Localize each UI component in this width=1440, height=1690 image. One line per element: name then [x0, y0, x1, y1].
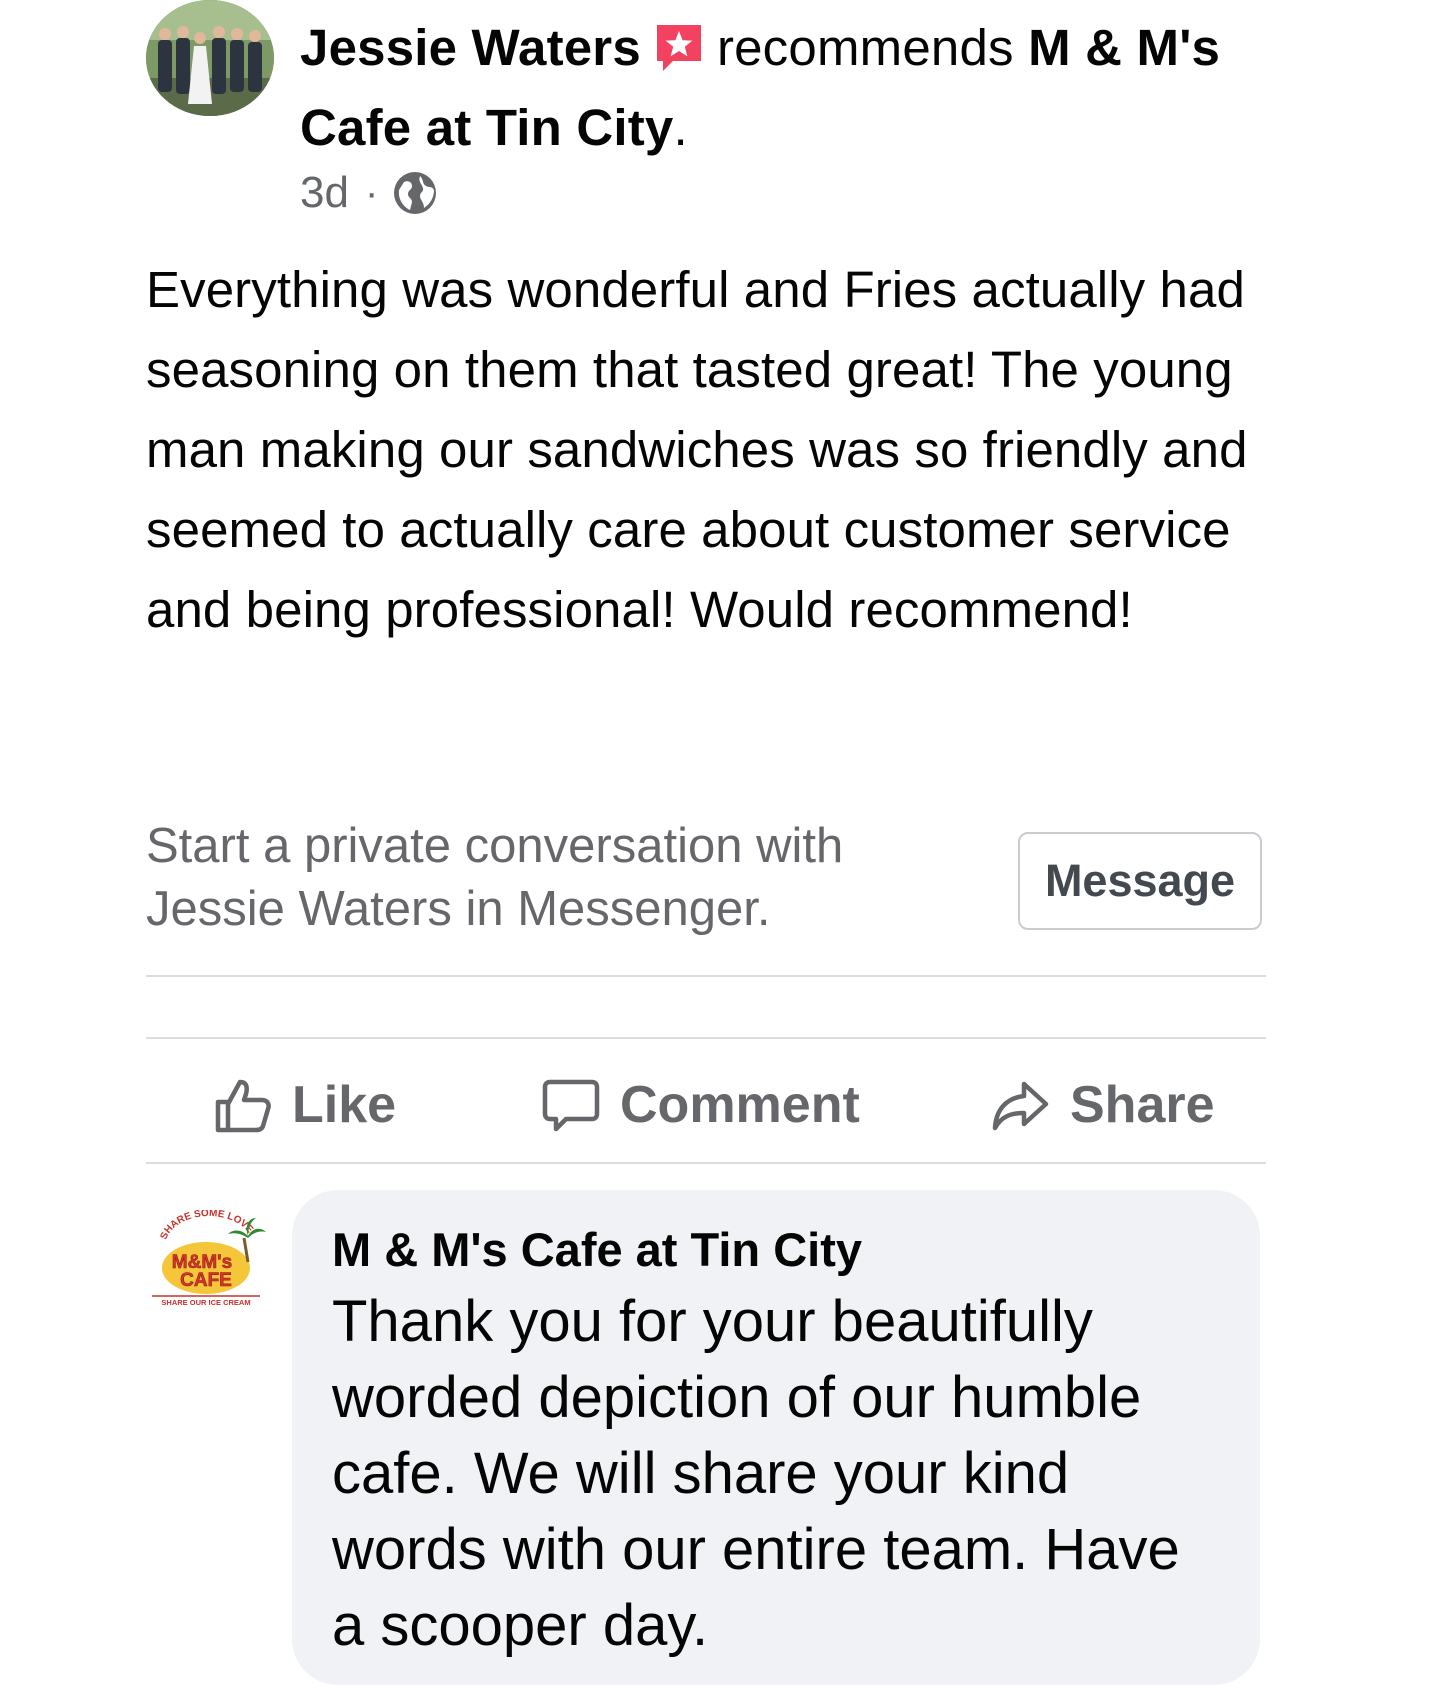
- comment-bubble[interactable]: M & M's Cafe at Tin City Thank you for y…: [292, 1190, 1260, 1685]
- divider-actions-bottom: [146, 1162, 1266, 1164]
- messenger-prompt-line1: Start a private conversation with: [146, 819, 844, 873]
- like-button[interactable]: Like: [212, 1065, 396, 1145]
- messenger-prompt: Start a private conversation with Jessie…: [146, 815, 976, 941]
- logo-top-text: SHARE SOME LOVE: [159, 1210, 256, 1241]
- mm-cafe-logo: SHARE SOME LOVE M&M's CAFE SHARE OUR ICE…: [152, 1210, 266, 1306]
- page-name-period: .: [673, 99, 688, 156]
- page-logo[interactable]: SHARE SOME LOVE M&M's CAFE SHARE OUR ICE…: [148, 1210, 270, 1306]
- post-time[interactable]: 3d: [300, 168, 349, 218]
- post-body-text: Everything was wonderful and Fries actua…: [146, 261, 1248, 638]
- svg-text:SHARE SOME LOVE: SHARE SOME LOVE: [159, 1210, 256, 1241]
- thumbs-up-icon: [215, 1079, 271, 1133]
- divider-actions-top: [146, 1037, 1266, 1039]
- recommendation-star-icon: [653, 21, 705, 75]
- share-arrow-icon: [992, 1081, 1049, 1131]
- share-button[interactable]: Share: [990, 1065, 1215, 1145]
- like-label: Like: [292, 1076, 397, 1134]
- avatar-photo: [146, 0, 274, 116]
- author-name[interactable]: Jessie Waters: [300, 19, 641, 76]
- post-headline: Jessie Waters recommends M & M's Cafe at…: [300, 8, 1260, 168]
- meta-separator: ·: [364, 170, 379, 215]
- action-text: recommends: [716, 19, 1014, 76]
- comment-label: Comment: [620, 1076, 860, 1134]
- divider-top: [146, 975, 1266, 977]
- globe-icon[interactable]: [390, 168, 440, 218]
- author-avatar[interactable]: [146, 0, 274, 116]
- logo-bottom-text: SHARE OUR ICE CREAM: [161, 1298, 250, 1306]
- comment-button[interactable]: Comment: [540, 1065, 860, 1145]
- share-label: Share: [1070, 1076, 1215, 1134]
- message-button[interactable]: Message: [1018, 832, 1262, 930]
- logo-name-line2: CAFE: [180, 1270, 232, 1291]
- comment-text: Thank you for your beautifully worded de…: [332, 1289, 1180, 1658]
- post-meta: 3d ·: [300, 165, 440, 221]
- speech-bubble-icon: [542, 1079, 600, 1132]
- messenger-prompt-line2: Jessie Waters in Messenger.: [146, 882, 771, 936]
- comment-author[interactable]: M & M's Cafe at Tin City: [332, 1220, 1224, 1280]
